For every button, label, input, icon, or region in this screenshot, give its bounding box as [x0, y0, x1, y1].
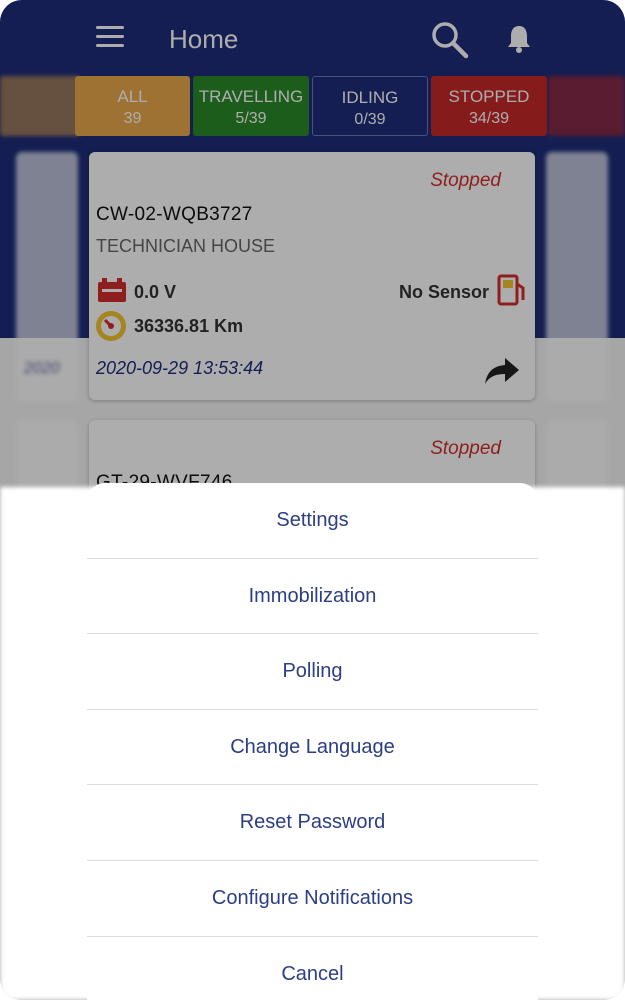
change-language-option[interactable]: Change Language	[87, 710, 538, 786]
immobilization-option[interactable]: Immobilization	[87, 559, 538, 635]
device-frame: Home ALL 39 TRAVELLING 5/39 IDLING 0/39 …	[0, 0, 625, 1000]
cancel-button[interactable]: Cancel	[87, 937, 538, 1000]
reset-password-option[interactable]: Reset Password	[87, 785, 538, 861]
configure-notifications-option[interactable]: Configure Notifications	[87, 861, 538, 937]
action-sheet: Settings Immobilization Polling Change L…	[87, 483, 538, 1000]
settings-option[interactable]: Settings	[87, 483, 538, 559]
polling-option[interactable]: Polling	[87, 634, 538, 710]
